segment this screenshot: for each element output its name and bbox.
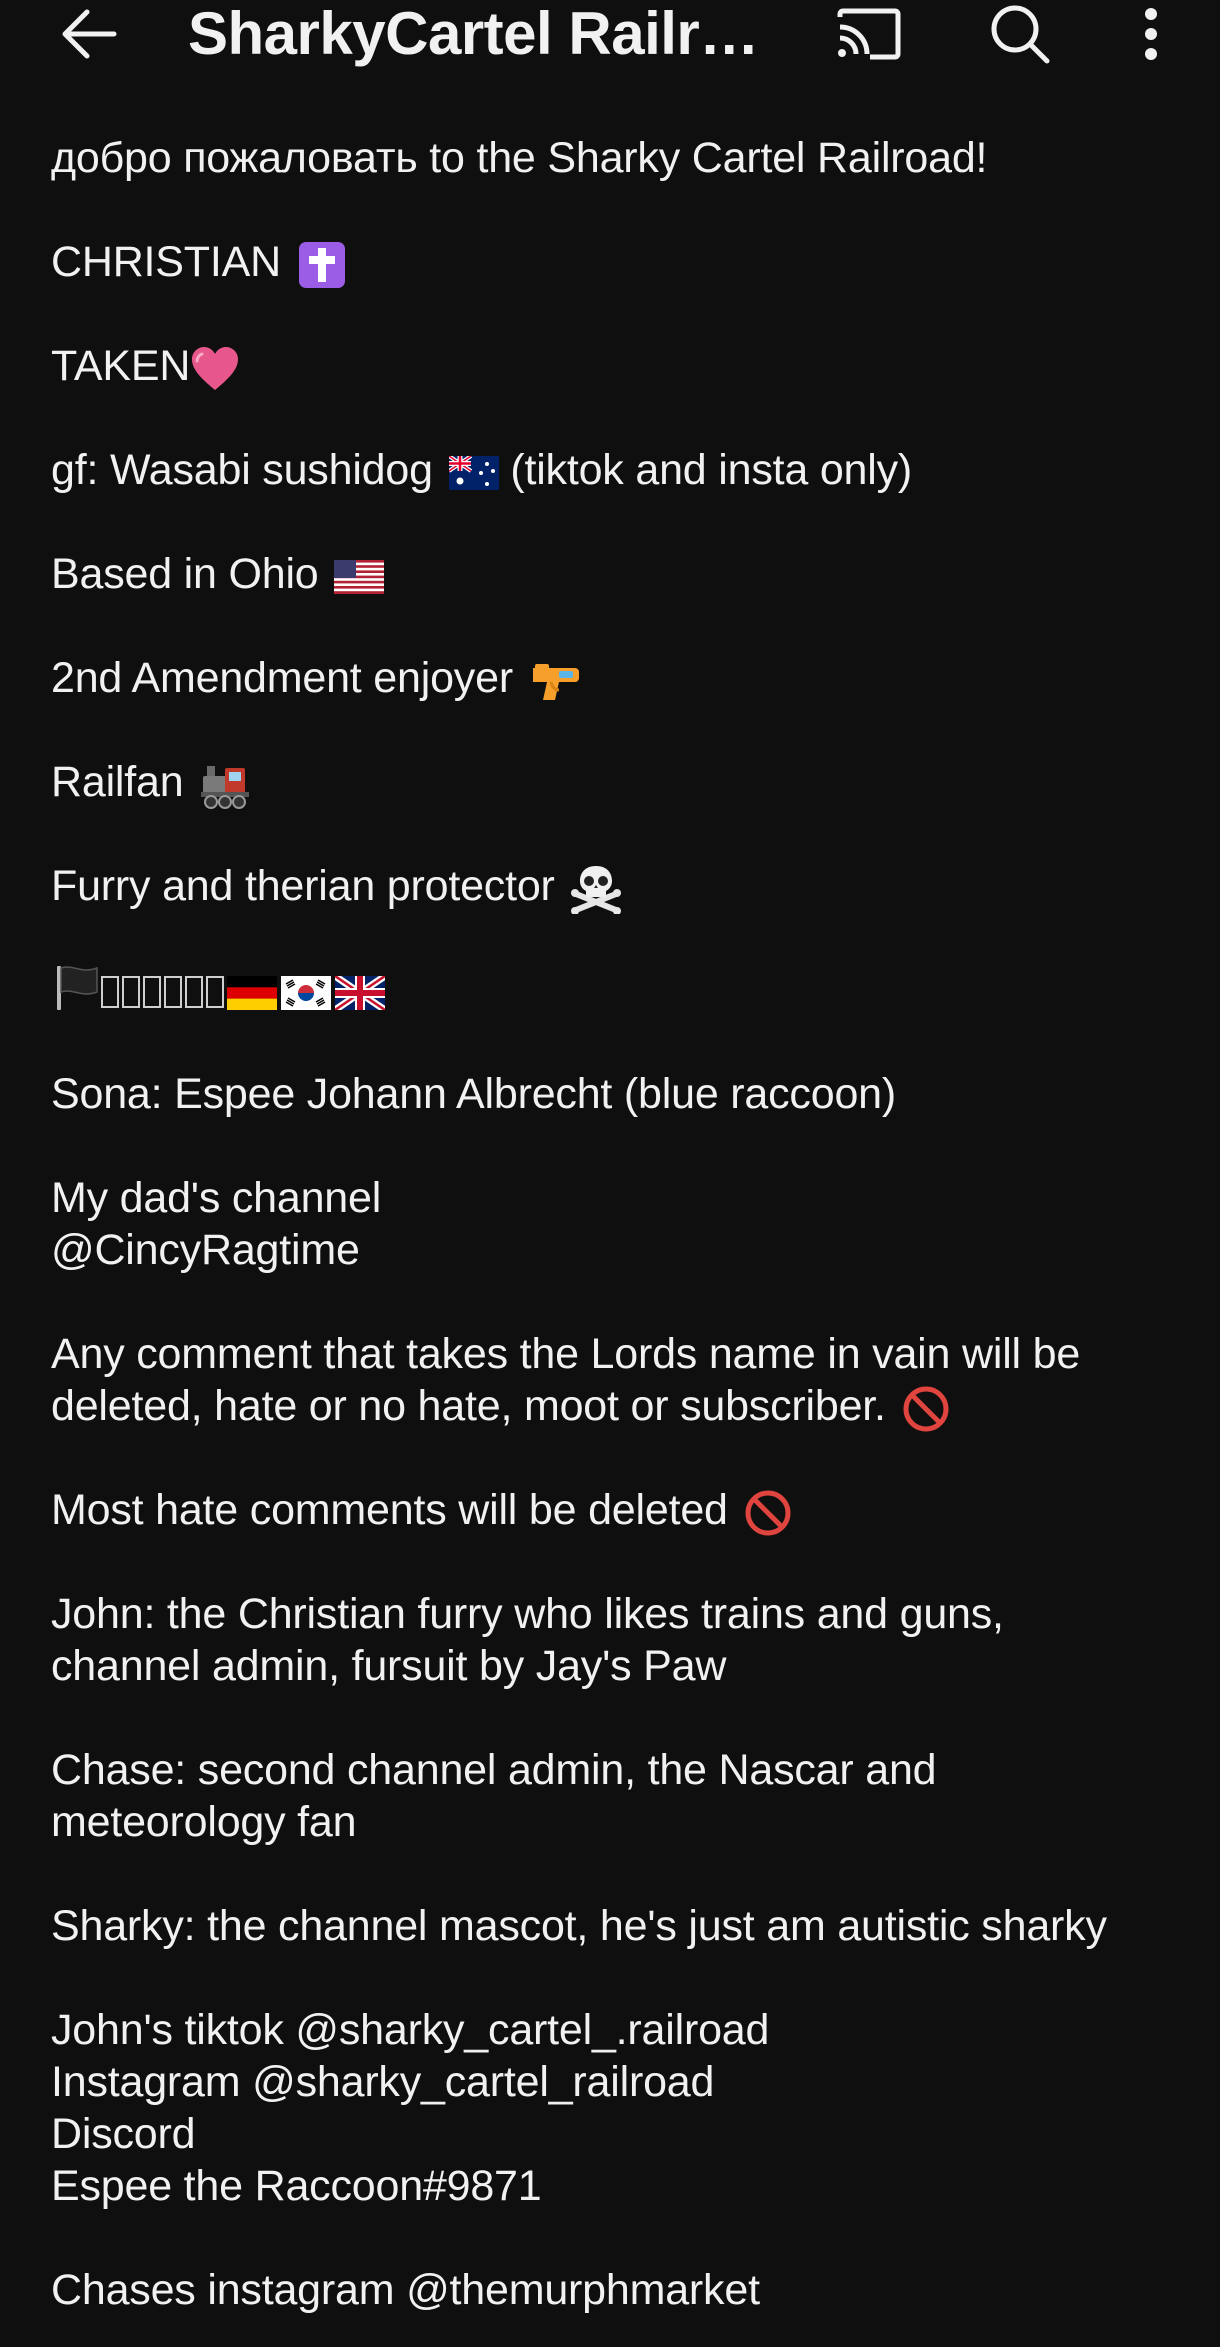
prohibited-icon [745, 1490, 790, 1536]
search-button[interactable] [970, 0, 1070, 68]
page-title: SharkyCartel Railro... [188, 0, 778, 67]
description-line: Railfan [51, 756, 1191, 809]
description-line: Sona: Espee Johann Albrecht (blue raccoo… [51, 1070, 896, 1118]
back-button[interactable] [44, 0, 134, 68]
description-line: Discord [51, 2110, 196, 2158]
description-line: Espee the Raccoon#9871 [51, 2162, 542, 2210]
description-line: добро пожаловать to the Sharky Cartel Ra… [51, 134, 988, 182]
description-line: meteorology fan [51, 1798, 357, 1846]
germany-flag-icon [227, 976, 277, 1010]
description-line: Most hate comments will be deleted [51, 1484, 1191, 1536]
description-line: Furry and therian protector [51, 860, 1191, 914]
description-line: Based in Ohio [51, 548, 1191, 600]
search-icon [991, 5, 1050, 64]
description-line: John's tiktok @sharky_cartel_.railroad [51, 2006, 770, 2054]
more-vertical-icon [1145, 8, 1157, 60]
description-line: Any comment that takes the Lords name in… [51, 1330, 1081, 1378]
description-line: Chase: second channel admin, the Nascar … [51, 1746, 937, 1794]
channel-description: добро пожаловать to the Sharky Cartel Ra… [51, 132, 1191, 2316]
south-korea-flag-icon [281, 976, 331, 1010]
description-line: My dad's channel [51, 1174, 382, 1222]
description-line: John: the Christian furry who likes trai… [51, 1590, 1004, 1638]
uk-flag-icon [335, 976, 385, 1010]
description-line: Sharky: the channel mascot, he's just am… [51, 1902, 1107, 1950]
description-link[interactable]: @CincyRagtime [51, 1224, 1191, 1276]
description-line: deleted, hate or no hate, moot or subscr… [51, 1380, 1191, 1432]
latin-cross-icon [298, 241, 345, 288]
description-line: CHRISTIAN [51, 236, 1191, 288]
cast-icon [837, 8, 901, 60]
unrendered-glyph-icon [101, 966, 227, 1014]
more-options-button[interactable] [1125, 0, 1177, 68]
cast-button[interactable] [820, 0, 918, 68]
description-line: channel admin, fursuit by Jay's Paw [51, 1642, 727, 1690]
description-line [51, 964, 1191, 1016]
description-line: Chases instagram @themurphmarket [51, 2266, 760, 2314]
australia-flag-icon [448, 456, 499, 490]
skull-crossbones-icon [571, 865, 622, 914]
description-line: gf: Wasabi sushidog (tiktok and insta on… [51, 446, 913, 494]
black-flag-icon [57, 966, 98, 1010]
water-pistol-icon [532, 663, 579, 700]
prohibited-icon [903, 1386, 949, 1432]
usa-flag-icon [334, 560, 385, 594]
heart-icon [192, 346, 239, 390]
description-line: TAKEN [51, 340, 1191, 392]
back-arrow-icon [62, 9, 117, 59]
description-line: Instagram @sharky_cartel_railroad [51, 2058, 715, 2106]
locomotive-icon [201, 765, 250, 809]
description-line: 2nd Amendment enjoyer [51, 652, 1191, 704]
app-bar: SharkyCartel Railro... [0, 0, 1220, 68]
